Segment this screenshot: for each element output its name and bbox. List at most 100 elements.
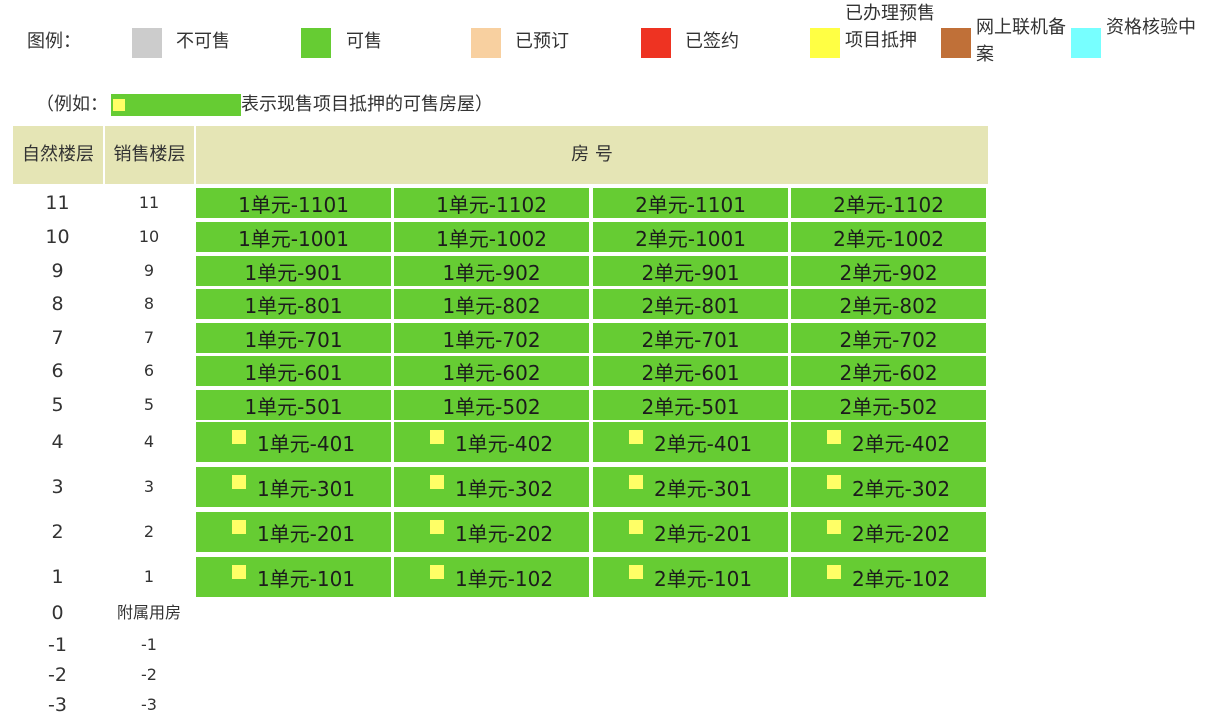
unit-cell[interactable]: 2单元-502 xyxy=(791,390,986,420)
unit-label: 2单元-1002 xyxy=(833,226,944,251)
unit-cell[interactable]: 2单元-801 xyxy=(593,289,788,319)
natural-floor: 8 xyxy=(51,293,64,315)
legend: 图例： 不可售 可售 已预订 已签约 已办理预售项目抵押 网上联机备案 资格核验中 xyxy=(0,0,1226,90)
unit-cell[interactable]: 1单元-902 xyxy=(394,256,589,286)
unit-cell[interactable]: 2单元-902 xyxy=(791,256,986,286)
sales-floor: -2 xyxy=(141,665,157,684)
unit-label: 1单元-902 xyxy=(442,260,541,285)
unit-cell[interactable]: 2单元-102 xyxy=(791,557,986,597)
legend-title: 图例： xyxy=(27,31,81,52)
unit-cell[interactable]: 2单元-401 xyxy=(593,422,788,462)
unit-label: 2单元-602 xyxy=(839,360,938,385)
sales-floor: 9 xyxy=(143,261,155,280)
natural-floor: 2 xyxy=(51,521,64,543)
sales-floor: 2 xyxy=(143,522,155,541)
mortgage-mark-icon xyxy=(628,520,643,534)
unit-label: 2单元-601 xyxy=(641,360,740,385)
sales-floor: 1 xyxy=(143,567,155,586)
unit-cell[interactable]: 1单元-1102 xyxy=(394,188,589,218)
unit-label: 2单元-402 xyxy=(851,431,951,456)
unit-cell[interactable]: 2单元-602 xyxy=(791,356,986,386)
unit-cell[interactable]: 2单元-1101 xyxy=(593,188,788,218)
unit-label: 2单元-1101 xyxy=(635,192,746,217)
unit-cell[interactable]: 1单元-702 xyxy=(394,323,589,353)
unit-cell[interactable]: 1单元-1001 xyxy=(196,222,391,252)
unit-label: 1单元-201 xyxy=(256,521,356,546)
unit-cell[interactable]: 1单元-901 xyxy=(196,256,391,286)
unit-cell[interactable]: 2单元-1001 xyxy=(593,222,788,252)
unit-cell[interactable]: 2单元-601 xyxy=(593,356,788,386)
unit-label: 1单元-1102 xyxy=(436,192,547,217)
unit-cell[interactable]: 1单元-401 xyxy=(196,422,391,462)
unit-label: 1单元-801 xyxy=(244,293,343,318)
sales-floor: 3 xyxy=(143,477,155,496)
unit-cell[interactable]: 1单元-301 xyxy=(196,467,391,507)
unit-cell[interactable]: 2单元-101 xyxy=(593,557,788,597)
sales-floor: 6 xyxy=(143,361,155,380)
unit-cell[interactable]: 2单元-1102 xyxy=(791,188,986,218)
unit-cell[interactable]: 1单元-602 xyxy=(394,356,589,386)
mortgage-mark-icon xyxy=(826,430,841,444)
unit-cell[interactable]: 1单元-402 xyxy=(394,422,589,462)
sales-floor: 7 xyxy=(143,328,155,347)
unit-cell[interactable]: 1单元-302 xyxy=(394,467,589,507)
header-natural-floor: 自然楼层 xyxy=(13,126,103,184)
unit-cell[interactable]: 1单元-1101 xyxy=(196,188,391,218)
legend-swatch-online-filing xyxy=(941,28,971,58)
sales-floor: 5 xyxy=(143,395,155,414)
natural-floor: 5 xyxy=(51,394,64,416)
unit-label: 2单元-902 xyxy=(839,260,938,285)
unit-cell[interactable]: 2单元-701 xyxy=(593,323,788,353)
unit-label: 1单元-702 xyxy=(442,327,541,352)
mortgage-mark-icon xyxy=(429,520,444,534)
unit-cell[interactable]: 1单元-801 xyxy=(196,289,391,319)
unit-cell[interactable]: 2单元-402 xyxy=(791,422,986,462)
unit-cell[interactable]: 1单元-501 xyxy=(196,390,391,420)
unit-cell[interactable]: 1单元-802 xyxy=(394,289,589,319)
unit-cell[interactable]: 1单元-201 xyxy=(196,512,391,552)
legend-label-not-for-sale: 不可售 xyxy=(176,31,230,52)
unit-cell[interactable]: 2单元-302 xyxy=(791,467,986,507)
unit-cell[interactable]: 2单元-702 xyxy=(791,323,986,353)
legend-swatch-for-sale xyxy=(301,28,331,58)
unit-label: 2单元-501 xyxy=(641,394,740,419)
sales-floor: 附属用房 xyxy=(116,603,181,622)
natural-floor: 6 xyxy=(51,360,64,382)
unit-cell[interactable]: 1单元-101 xyxy=(196,557,391,597)
unit-label: 2单元-301 xyxy=(653,476,753,501)
unit-label: 1单元-302 xyxy=(454,476,554,501)
legend-label-signed: 已签约 xyxy=(685,31,739,52)
unit-label: 1单元-401 xyxy=(256,431,356,456)
unit-cell[interactable]: 2单元-201 xyxy=(593,512,788,552)
unit-cell[interactable]: 2单元-901 xyxy=(593,256,788,286)
mortgage-mark-icon xyxy=(231,520,246,534)
legend-label-presale-mortgaged: 已办理预售项目抵押 xyxy=(845,3,935,51)
unit-cell[interactable]: 1单元-202 xyxy=(394,512,589,552)
unit-label: 1单元-102 xyxy=(454,566,554,591)
example-mortgage-mark-icon xyxy=(113,99,125,111)
natural-floor: 10 xyxy=(45,226,70,248)
unit-label: 2单元-802 xyxy=(839,293,938,318)
mortgage-mark-icon xyxy=(826,475,841,489)
unit-cell[interactable]: 2单元-301 xyxy=(593,467,788,507)
mortgage-mark-icon xyxy=(628,565,643,579)
mortgage-mark-icon xyxy=(231,565,246,579)
mortgage-mark-icon xyxy=(231,430,246,444)
mortgage-mark-icon xyxy=(429,430,444,444)
mortgage-mark-icon xyxy=(628,475,643,489)
unit-label: 2单元-901 xyxy=(641,260,740,285)
legend-label-online-filing: 网上联机备案 xyxy=(976,17,1066,65)
unit-label: 2单元-701 xyxy=(641,327,740,352)
unit-cell[interactable]: 2单元-802 xyxy=(791,289,986,319)
unit-cell[interactable]: 1单元-1002 xyxy=(394,222,589,252)
unit-cell[interactable]: 1单元-701 xyxy=(196,323,391,353)
unit-label: 2单元-401 xyxy=(653,431,753,456)
unit-cell[interactable]: 1单元-502 xyxy=(394,390,589,420)
unit-cell[interactable]: 1单元-102 xyxy=(394,557,589,597)
unit-cell[interactable]: 2单元-501 xyxy=(593,390,788,420)
unit-cell[interactable]: 1单元-601 xyxy=(196,356,391,386)
unit-cell[interactable]: 2单元-202 xyxy=(791,512,986,552)
unit-cell[interactable]: 2单元-1002 xyxy=(791,222,986,252)
unit-label: 2单元-302 xyxy=(851,476,951,501)
unit-label: 2单元-702 xyxy=(839,327,938,352)
